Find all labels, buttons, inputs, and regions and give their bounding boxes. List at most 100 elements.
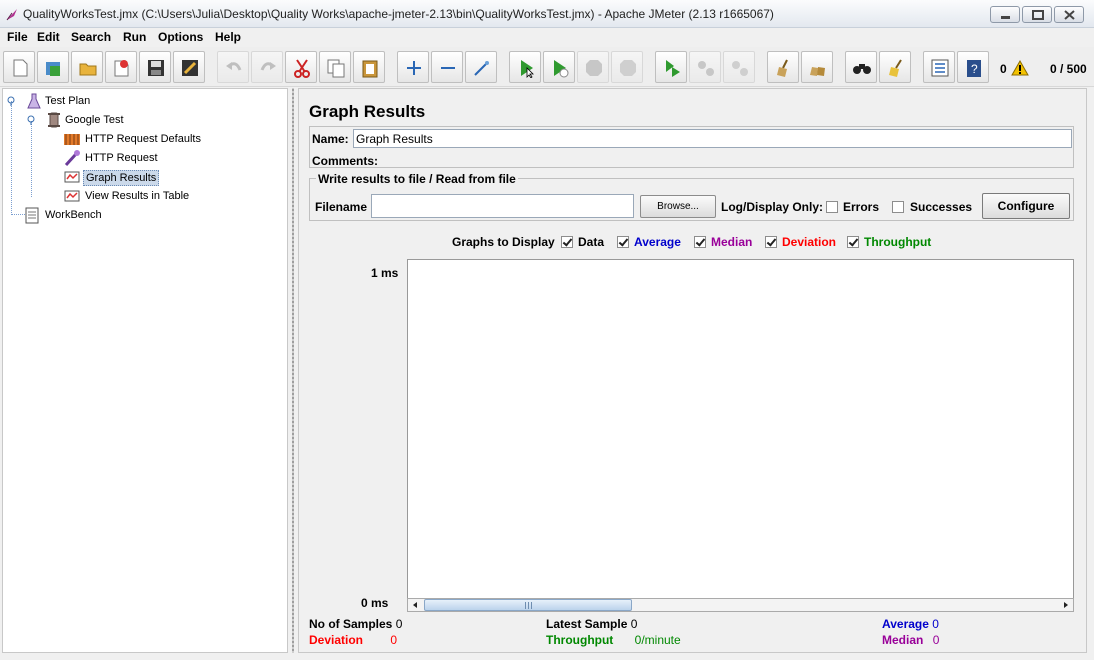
average-stat: Average 0 xyxy=(882,617,939,631)
throughput-value: 0/minute xyxy=(634,633,681,647)
name-field[interactable] xyxy=(353,129,1072,148)
menu-run[interactable]: Run xyxy=(123,30,146,44)
plus-icon xyxy=(407,61,421,75)
median-checkbox[interactable] xyxy=(694,236,706,248)
flask-icon xyxy=(27,93,41,109)
throughput-stat: Throughput 0/minute xyxy=(546,633,681,647)
paste-button[interactable] xyxy=(353,51,385,83)
play-no-timers-icon xyxy=(554,60,569,78)
graph-horizontal-scrollbar[interactable] xyxy=(407,598,1074,612)
graph-results-panel: Graph Results Name: Comments: Write resu… xyxy=(298,88,1087,653)
comments-label: Comments: xyxy=(312,154,379,168)
deviation-checkbox[interactable] xyxy=(765,236,777,248)
jmeter-feather-icon xyxy=(6,9,17,21)
copy-icon xyxy=(327,59,345,78)
new-button[interactable] xyxy=(3,51,35,83)
expand-all-button[interactable] xyxy=(397,51,429,83)
tree-node-label: Google Test xyxy=(65,114,124,126)
clear-button[interactable] xyxy=(767,51,799,83)
filename-label: Filename xyxy=(315,200,368,214)
collapse-all-button[interactable] xyxy=(431,51,463,83)
split-pane-divider[interactable] xyxy=(290,88,296,653)
data-checkbox[interactable] xyxy=(561,236,573,248)
tree-toggle-icon[interactable] xyxy=(27,115,37,125)
errors-checkbox[interactable] xyxy=(826,201,838,213)
reset-search-button[interactable] xyxy=(879,51,911,83)
remote-play-icon xyxy=(666,60,680,77)
successes-checkbox[interactable] xyxy=(892,201,904,213)
toolbar: ? xyxy=(0,47,1094,87)
save-disk-icon xyxy=(148,60,164,76)
scroll-right-arrow-icon[interactable] xyxy=(1059,599,1073,611)
config-defaults-icon xyxy=(64,134,80,145)
latest-sample-value: 0 xyxy=(630,617,638,631)
open-folder-icon xyxy=(79,63,97,76)
minimize-button[interactable] xyxy=(990,6,1020,23)
list-icon xyxy=(931,59,949,77)
templates-icon xyxy=(46,62,60,76)
average-checkbox[interactable] xyxy=(617,236,629,248)
toggle-button[interactable] xyxy=(465,51,497,83)
broom-icon xyxy=(777,59,788,77)
start-no-pauses-button[interactable] xyxy=(543,51,575,83)
test-plan-tree[interactable]: Test Plan Google Test HTTP Request Defau… xyxy=(2,88,288,653)
function-helper-button[interactable] xyxy=(923,51,955,83)
menu-file[interactable]: File xyxy=(7,30,28,44)
graphs-to-display-label: Graphs to Display xyxy=(452,235,555,249)
scroll-thumb-grip xyxy=(525,602,533,609)
median-label: Median xyxy=(882,633,924,647)
templates-button[interactable] xyxy=(37,51,69,83)
menu-help[interactable]: Help xyxy=(215,30,241,44)
open-button[interactable] xyxy=(71,51,103,83)
save-screenshot-button[interactable] xyxy=(173,51,205,83)
tree-toggle-icon[interactable] xyxy=(7,96,17,106)
browse-button[interactable]: Browse... xyxy=(640,195,716,218)
remote-start-all-button[interactable] xyxy=(655,51,687,83)
clipboard-icon xyxy=(362,60,378,78)
binoculars-icon xyxy=(853,64,871,74)
graph-listener-icon xyxy=(64,171,80,183)
minus-icon xyxy=(441,67,455,69)
stop-button[interactable] xyxy=(577,51,609,83)
help-button[interactable]: ? xyxy=(957,51,989,83)
maximize-icon xyxy=(1032,10,1044,20)
tree-node-label: HTTP Request xyxy=(85,152,158,164)
shutdown-button[interactable] xyxy=(611,51,643,83)
configure-button[interactable]: Configure xyxy=(982,193,1070,219)
title-bar: QualityWorksTest.jmx (C:\Users\Julia\Des… xyxy=(0,0,1094,28)
svg-text:?: ? xyxy=(971,62,978,76)
deviation-stat: Deviation 0 xyxy=(309,633,397,647)
redo-button[interactable] xyxy=(251,51,283,83)
clear-all-button[interactable] xyxy=(801,51,833,83)
successes-label: Successes xyxy=(910,200,973,214)
cut-button[interactable] xyxy=(285,51,317,83)
name-label: Name: xyxy=(312,132,349,146)
filename-field[interactable] xyxy=(371,194,634,218)
tree-connector xyxy=(31,121,32,197)
remote-shutdown-all-button[interactable] xyxy=(723,51,755,83)
scroll-thumb[interactable] xyxy=(424,599,632,611)
menu-edit[interactable]: Edit xyxy=(37,30,60,44)
minimize-icon xyxy=(1001,16,1010,19)
tree-node-label: HTTP Request Defaults xyxy=(85,133,201,145)
save-button[interactable] xyxy=(139,51,171,83)
latest-sample-label: Latest Sample xyxy=(546,617,628,631)
copy-button[interactable] xyxy=(319,51,351,83)
search-button[interactable] xyxy=(845,51,877,83)
samples-stat: No of Samples 0 xyxy=(309,617,402,631)
scroll-left-arrow-icon[interactable] xyxy=(408,599,422,611)
maximize-button[interactable] xyxy=(1022,6,1052,23)
close-window-button[interactable] xyxy=(1054,6,1084,23)
play-icon xyxy=(521,60,534,78)
clipboard-icon xyxy=(25,207,39,224)
undo-button[interactable] xyxy=(217,51,249,83)
remote-stop-all-button[interactable] xyxy=(689,51,721,83)
warning-icon[interactable] xyxy=(1011,60,1029,76)
latest-sample-stat: Latest Sample 0 xyxy=(546,617,637,631)
close-button[interactable] xyxy=(105,51,137,83)
menu-search[interactable]: Search xyxy=(71,30,111,44)
start-button[interactable] xyxy=(509,51,541,83)
menu-options[interactable]: Options xyxy=(158,30,203,44)
throughput-checkbox[interactable] xyxy=(847,236,859,248)
close-document-icon xyxy=(114,60,129,77)
